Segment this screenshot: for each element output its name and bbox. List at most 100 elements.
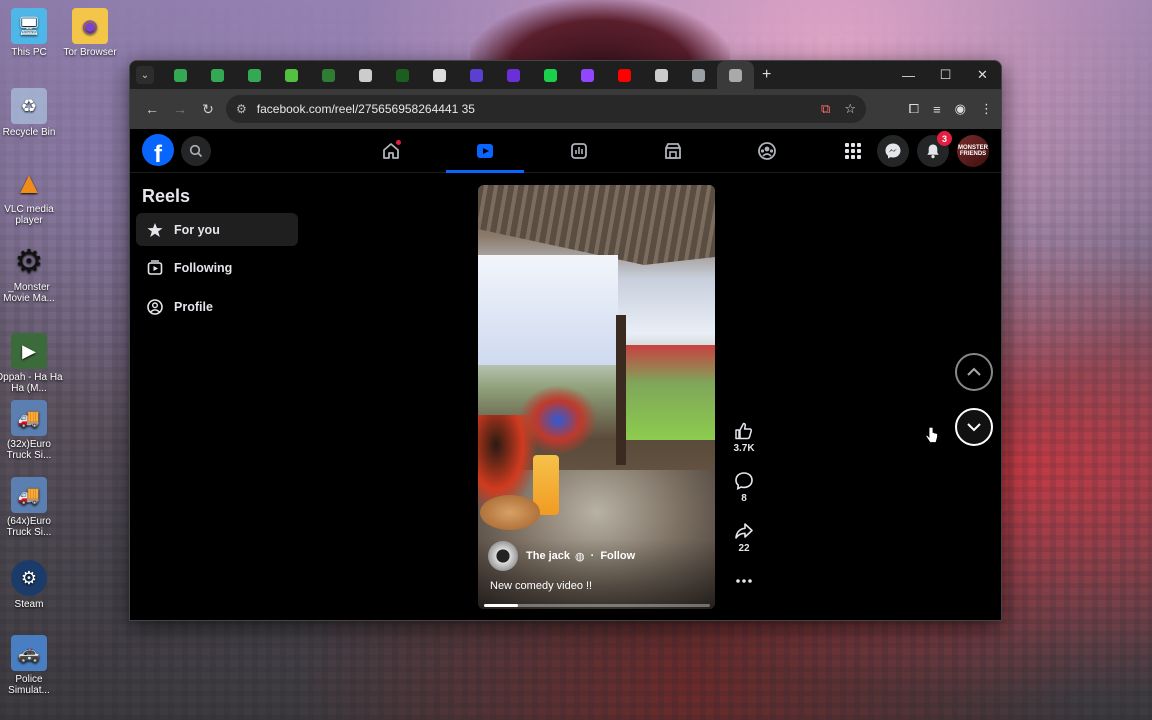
- tab-favicon-icon: [729, 68, 742, 82]
- more-options-button[interactable]: [726, 571, 762, 620]
- desktop-icon-tor-browser[interactable]: ◉ Tor Browser: [55, 8, 125, 58]
- avatar-text: MONSTER FRIENDS: [958, 145, 988, 157]
- nav-marketplace[interactable]: [626, 129, 720, 173]
- browser-menu-icon[interactable]: ⋮: [980, 101, 993, 117]
- messenger-button[interactable]: [877, 135, 909, 167]
- site-info-icon[interactable]: ⚙: [236, 102, 247, 116]
- like-button[interactable]: 3.7K: [726, 421, 762, 471]
- desktop-icon-monster-movie-maker[interactable]: ⚙ _Monster Movie Ma...: [0, 242, 64, 305]
- comment-button[interactable]: 8: [726, 471, 762, 521]
- url-text: facebook.com/reel/275656958264441 35: [256, 102, 475, 116]
- window-controls: — ☐ ✕: [890, 61, 1001, 89]
- tab-favicon-icon: [507, 68, 520, 82]
- desktop-icon-euro-truck-64[interactable]: 🚚 (64x)Euro Truck Si...: [0, 477, 64, 538]
- recycle-bin-icon: ♻: [11, 88, 47, 124]
- header-actions: 3 MONSTER FRIENDS: [837, 131, 989, 167]
- tab-favicon-icon: [248, 68, 261, 82]
- police-game-icon: 🚓: [11, 635, 47, 671]
- share-button[interactable]: 22: [726, 521, 762, 571]
- browser-tab[interactable]: [680, 61, 717, 89]
- share-icon: [735, 523, 753, 539]
- nav-reels[interactable]: [438, 129, 532, 173]
- media-controls-icon[interactable]: ≡: [933, 102, 941, 117]
- account-avatar[interactable]: MONSTER FRIENDS: [957, 135, 989, 167]
- back-button[interactable]: ←: [138, 95, 166, 123]
- video-progress-bar[interactable]: [484, 604, 710, 607]
- nav-groups[interactable]: [720, 129, 814, 173]
- marketplace-icon: [665, 143, 681, 159]
- browser-tab[interactable]: [569, 61, 606, 89]
- star-icon: [146, 222, 164, 238]
- browser-tab[interactable]: [495, 61, 532, 89]
- desktop-icon-recycle-bin[interactable]: ♻ Recycle Bin: [0, 88, 64, 138]
- nav-gaming[interactable]: [532, 129, 626, 173]
- desktop-icon-oppah-video[interactable]: ▶ Oppah - Ha Ha Ha (M...: [0, 333, 64, 394]
- nav-home[interactable]: [344, 129, 438, 173]
- cast-icon[interactable]: ⧉: [821, 101, 830, 117]
- bookmark-star-icon[interactable]: ☆: [844, 101, 856, 117]
- profile-icon[interactable]: ◉: [955, 101, 966, 117]
- groups-icon: [758, 142, 776, 160]
- browser-tab[interactable]: [606, 61, 643, 89]
- tab-favicon-icon: [396, 68, 409, 82]
- search-button[interactable]: [181, 136, 211, 166]
- tab-list: [162, 61, 754, 89]
- tab-strip: ⌄ + — ☐ ✕: [130, 61, 1001, 89]
- browser-tab[interactable]: [421, 61, 458, 89]
- next-reel-button[interactable]: [955, 408, 993, 446]
- more-icon: [736, 579, 752, 583]
- previous-reel-button[interactable]: [955, 353, 993, 391]
- tab-favicon-icon: [581, 68, 594, 82]
- author-name[interactable]: The jack: [526, 550, 570, 562]
- browser-window: ⌄ + — ☐ ✕ ← → ↻ ⚙ facebook.com/reel/2756…: [129, 60, 1002, 621]
- gear-icon: ⚙: [14, 242, 44, 279]
- notifications-button[interactable]: 3: [917, 131, 952, 167]
- desktop-icon-label: VLC media player: [4, 204, 54, 226]
- sidebar-item-for-you[interactable]: For you: [136, 213, 298, 246]
- minimize-button[interactable]: —: [890, 61, 927, 89]
- messenger-icon: [885, 143, 901, 159]
- browser-tab[interactable]: [310, 61, 347, 89]
- monitor-icon: 🖥: [11, 8, 47, 44]
- browser-tab[interactable]: [199, 61, 236, 89]
- truck-game-icon: 🚚: [11, 400, 47, 436]
- sidebar-item-profile[interactable]: Profile: [136, 290, 298, 323]
- desktop-icon-vlc[interactable]: ▲ VLC media player: [0, 165, 64, 226]
- browser-tab[interactable]: [458, 61, 495, 89]
- desktop-icon-label: Police Simulat...: [8, 674, 50, 696]
- tab-favicon-icon: [433, 68, 446, 82]
- browser-tab[interactable]: [236, 61, 273, 89]
- desktop-icon-label: (64x)Euro Truck Si...: [6, 516, 52, 538]
- follow-button[interactable]: Follow: [600, 550, 635, 562]
- tab-favicon-icon: [359, 68, 372, 82]
- reels-page: Reels For you Following Profile The jack…: [130, 173, 1001, 620]
- tab-favicon-icon: [544, 68, 557, 82]
- tab-favicon-icon: [692, 68, 705, 82]
- desktop-icon-police-simulator[interactable]: 🚓 Police Simulat...: [0, 635, 64, 696]
- maximize-button[interactable]: ☐: [927, 61, 964, 89]
- reload-button[interactable]: ↻: [194, 95, 222, 123]
- reel-video[interactable]: The jack ◍ · Follow New comedy video !!: [478, 185, 715, 609]
- browser-tab[interactable]: [643, 61, 680, 89]
- author-avatar[interactable]: [488, 541, 518, 571]
- menu-button[interactable]: [837, 135, 869, 167]
- browser-tab[interactable]: [717, 61, 754, 89]
- truck-game-icon: 🚚: [11, 477, 47, 513]
- extensions-icon[interactable]: ⧠: [909, 101, 919, 117]
- share-count: 22: [738, 543, 750, 554]
- browser-tab[interactable]: [384, 61, 421, 89]
- facebook-logo-icon[interactable]: f: [142, 134, 174, 166]
- desktop-icon-euro-truck-32[interactable]: 🚚 (32x)Euro Truck Si...: [0, 400, 64, 461]
- new-tab-button[interactable]: +: [762, 66, 771, 84]
- close-window-button[interactable]: ✕: [964, 61, 1001, 89]
- browser-tab[interactable]: [532, 61, 569, 89]
- vlc-icon: ▲: [14, 166, 44, 200]
- browser-tab[interactable]: [273, 61, 310, 89]
- sidebar-item-following[interactable]: Following: [136, 251, 298, 284]
- forward-button[interactable]: →: [166, 95, 194, 123]
- tab-search-button[interactable]: ⌄: [136, 66, 154, 84]
- address-bar[interactable]: ⚙ facebook.com/reel/275656958264441 35 ⧉…: [226, 95, 866, 123]
- browser-tab[interactable]: [162, 61, 199, 89]
- browser-tab[interactable]: [347, 61, 384, 89]
- desktop-icon-steam[interactable]: ⚙ Steam: [0, 560, 64, 610]
